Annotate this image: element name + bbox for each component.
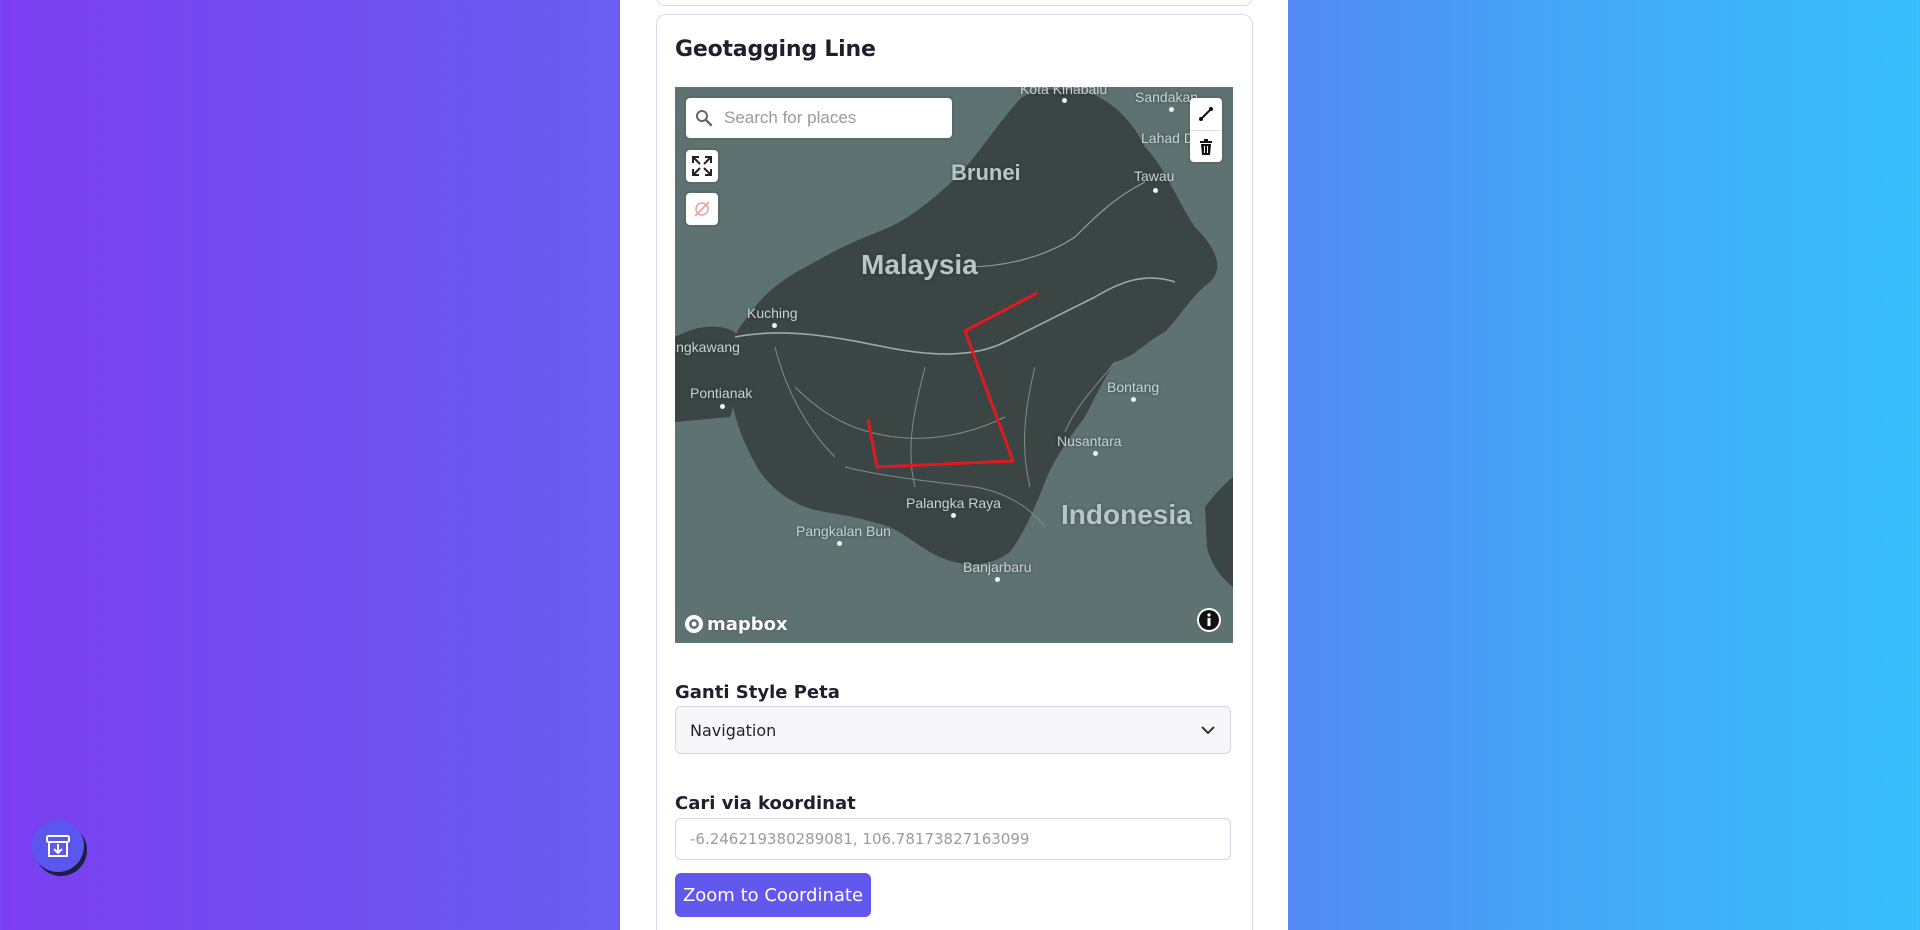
label-pangkalan-bun: Pangkalan Bun [796, 523, 891, 539]
label-tawau: Tawau [1134, 168, 1175, 184]
previous-card [656, 0, 1253, 6]
label-indonesia: Indonesia [1061, 499, 1192, 530]
label-kuching: Kuching [747, 305, 798, 321]
info-icon [1199, 610, 1219, 630]
style-label: Ganti Style Peta [675, 682, 840, 703]
city-dot [1153, 188, 1158, 193]
city-dot [1062, 98, 1067, 103]
geocoder-search[interactable] [686, 98, 952, 138]
draw-line-button[interactable] [1190, 98, 1222, 130]
label-palangka-raya: Palangka Raya [906, 495, 1001, 511]
label-pontianak: Pontianak [690, 385, 753, 401]
trash-button[interactable] [1190, 130, 1222, 163]
archive-download-icon [46, 835, 70, 857]
geolocate-button[interactable] [686, 193, 718, 225]
draw-controls [1190, 98, 1222, 162]
line-string-icon [1199, 107, 1213, 121]
coord-label: Cari via koordinat [675, 793, 856, 814]
card-title: Geotagging Line [675, 37, 876, 62]
city-dot [1131, 397, 1136, 402]
trash-icon [1200, 139, 1212, 155]
city-dot [1093, 451, 1098, 456]
floating-action-button[interactable] [32, 820, 84, 872]
city-dot [772, 323, 777, 328]
label-malaysia: Malaysia [861, 249, 978, 280]
mapbox-icon [685, 615, 703, 633]
city-dot [951, 513, 956, 518]
attribution-info-button[interactable] [1197, 608, 1221, 632]
map-canvas[interactable]: Kota Kinabalu Sandakan Lahad Datu Tawau … [675, 87, 1233, 643]
city-dot [720, 404, 725, 409]
geotag-polyline [866, 291, 1038, 469]
chevron-down-icon [1201, 726, 1215, 735]
coordinate-input[interactable] [675, 818, 1231, 860]
mapbox-logo[interactable]: mapbox [683, 613, 788, 635]
map-style-select[interactable]: Navigation [675, 706, 1231, 754]
label-singkawang: ingkawang [675, 339, 740, 355]
city-dot [837, 541, 842, 546]
geotagging-card: Geotagging Line Kota Kinabalu Sandakan L… [656, 14, 1253, 930]
city-dot [995, 577, 1000, 582]
label-nusantara: Nusantara [1057, 433, 1122, 449]
mapbox-wordmark: mapbox [707, 613, 788, 635]
label-sandakan: Sandakan [1135, 89, 1199, 105]
main-panel: Geotagging Line Kota Kinabalu Sandakan L… [620, 0, 1288, 930]
label-banjarbaru: Banjarbaru [963, 559, 1032, 575]
map-style-selected: Navigation [690, 720, 777, 740]
label-kota-kinabalu: Kota Kinabalu [1020, 87, 1108, 97]
label-bontang: Bontang [1107, 379, 1160, 395]
city-dot [1169, 107, 1174, 112]
label-brunei: Brunei [951, 160, 1021, 185]
search-icon [686, 109, 722, 127]
geolocate-disabled-icon [694, 201, 710, 217]
fullscreen-button[interactable] [686, 150, 718, 182]
search-input[interactable] [722, 107, 946, 129]
zoom-to-coordinate-button[interactable]: Zoom to Coordinate [675, 873, 871, 917]
fullscreen-icon [692, 156, 712, 176]
